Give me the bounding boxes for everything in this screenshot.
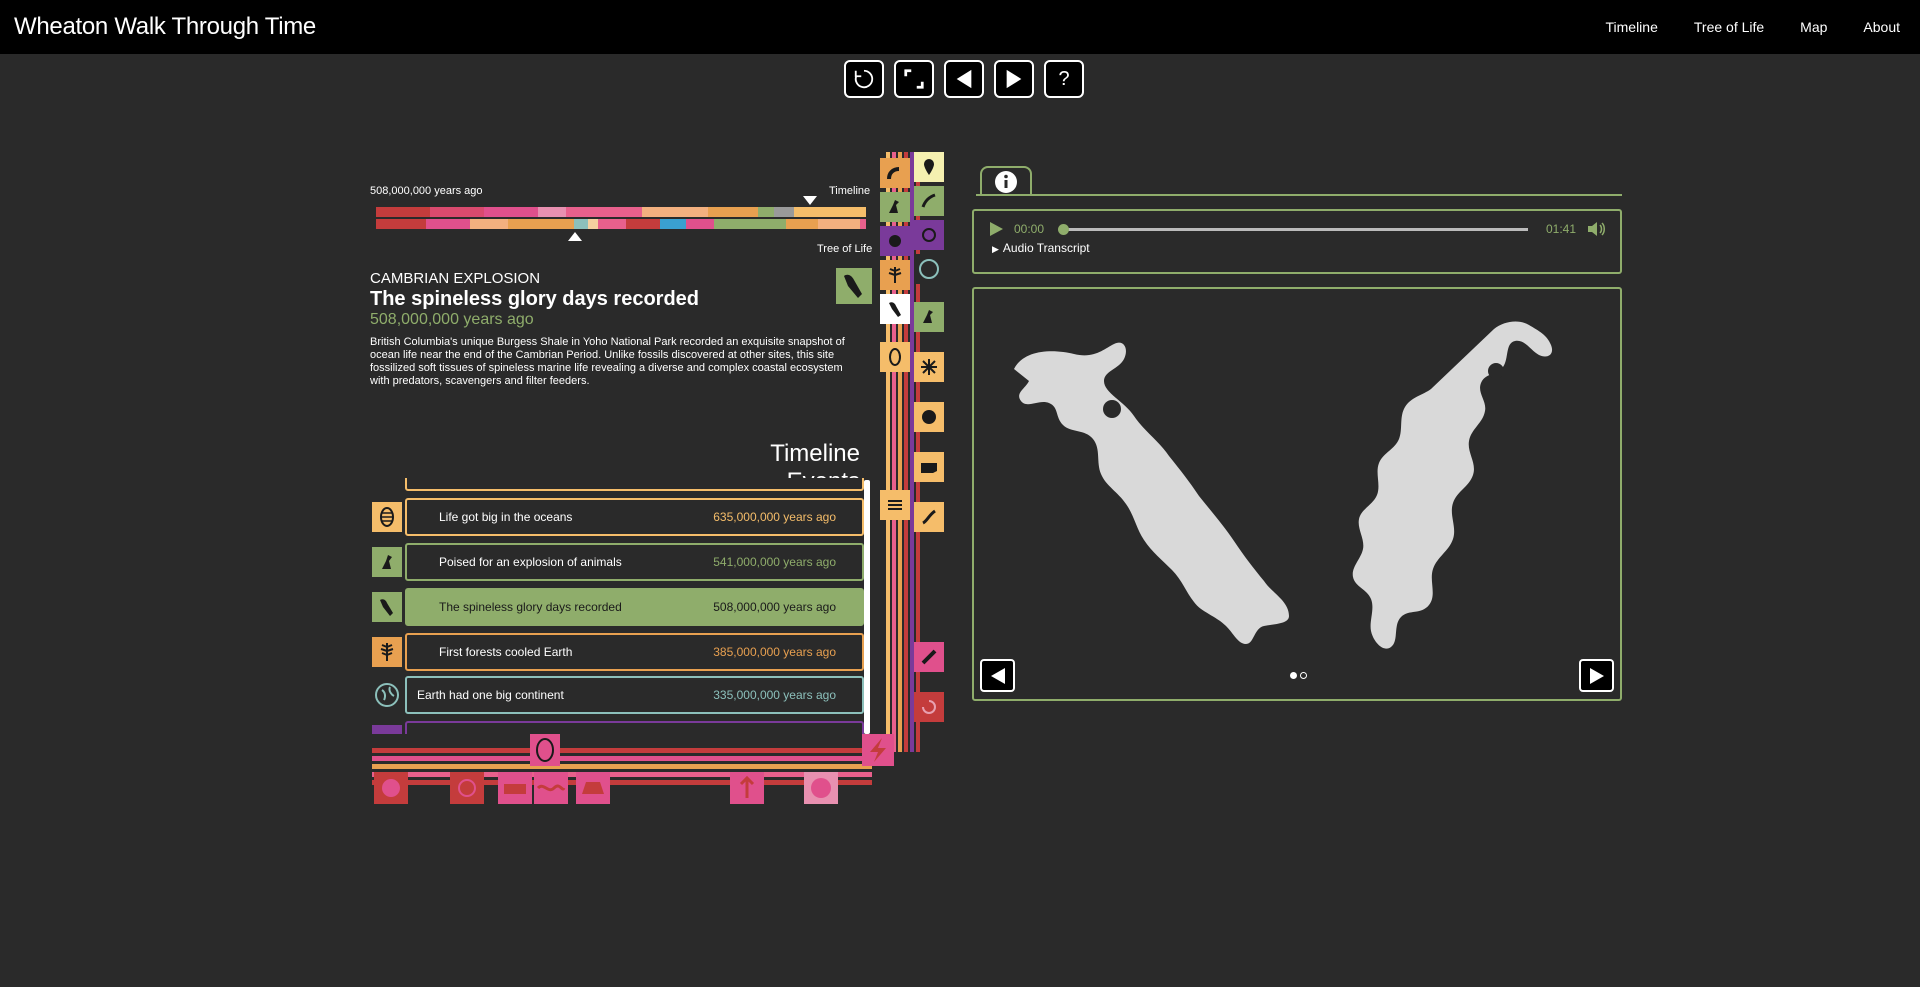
bottom-tile[interactable]: [804, 772, 838, 804]
bottom-tile[interactable]: [576, 772, 610, 804]
side-tile[interactable]: [914, 254, 944, 284]
audio-duration: 01:41: [1545, 222, 1576, 236]
side-tile[interactable]: [880, 158, 910, 188]
side-tile[interactable]: [914, 352, 944, 382]
stromatolite-icon: [888, 500, 902, 510]
side-tile[interactable]: [880, 226, 910, 256]
audio-progress-track[interactable]: [1058, 223, 1528, 235]
wave-icon: [536, 784, 566, 792]
lightning-icon: [870, 738, 886, 762]
globe-icon: [919, 259, 939, 279]
nav-link-about[interactable]: About: [1863, 19, 1900, 35]
audio-current-time: 00:00: [1014, 222, 1045, 236]
rock-icon: [582, 782, 604, 794]
footprint-icon: [887, 167, 900, 180]
fingerprint-icon: [536, 738, 554, 762]
prev-icon: [956, 69, 972, 89]
audio-transcript-toggle[interactable]: ▶ Audio Transcript: [974, 241, 1620, 255]
help-icon: ?: [1058, 67, 1070, 90]
bottom-tile[interactable]: [374, 772, 408, 804]
side-tile[interactable]: [914, 302, 944, 332]
fossil-icon: [922, 228, 936, 242]
bottom-tile[interactable]: [862, 734, 894, 766]
bottom-tile[interactable]: [530, 734, 560, 766]
ammonite-icon: [922, 700, 936, 714]
bird-icon: [923, 310, 933, 323]
restart-icon: [854, 69, 874, 89]
audio-player: 00:00 01:41 ▶ Audio Transcript: [972, 209, 1622, 274]
prev-icon: [990, 667, 1005, 684]
fullscreen-button[interactable]: [894, 60, 934, 98]
side-tile[interactable]: [914, 642, 944, 672]
tab-divider: [976, 194, 1622, 196]
image-gallery: [972, 287, 1622, 701]
trilobite-icon: [889, 348, 901, 366]
gallery-next-button[interactable]: [1579, 659, 1614, 692]
bird-icon: [889, 200, 899, 213]
pagination-dot[interactable]: [1300, 672, 1307, 679]
next-button[interactable]: [994, 60, 1034, 98]
restart-button[interactable]: [844, 60, 884, 98]
timeline-path-bands: [372, 152, 920, 785]
audio-progress-handle[interactable]: [1058, 223, 1070, 235]
side-tile[interactable]: [880, 260, 910, 290]
next-icon: [1006, 69, 1022, 89]
timeline-icon-column: [880, 158, 912, 524]
audio-transcript-label: Audio Transcript: [1002, 241, 1090, 255]
map-pin-icon: [924, 159, 934, 175]
gallery-pagination: [1290, 672, 1307, 679]
snowflake-icon: [921, 359, 937, 375]
site-title[interactable]: Wheaton Walk Through Time: [14, 13, 316, 41]
asteroid-icon: [922, 410, 936, 424]
main-nav: Timeline Tree of Life Map About: [1605, 19, 1900, 35]
canada-icon: [504, 784, 526, 794]
play-icon[interactable]: [988, 221, 1004, 237]
map-usa-icon: [921, 463, 937, 473]
fullscreen-icon: [904, 69, 924, 89]
nav-link-timeline[interactable]: Timeline: [1605, 19, 1657, 35]
side-tile[interactable]: [914, 502, 944, 532]
anomalocaris-fossil-image: [1014, 321, 1553, 649]
cell-icon: [382, 779, 400, 797]
planet-icon: [811, 778, 831, 798]
next-icon: [1589, 667, 1604, 684]
bottom-tile[interactable]: [450, 772, 484, 804]
disclosure-triangle-icon: ▶: [992, 244, 999, 254]
bottom-tile[interactable]: [730, 772, 764, 804]
side-tile[interactable]: [880, 192, 910, 222]
playback-controls: ?: [844, 60, 1084, 98]
plant-icon: [922, 509, 936, 525]
bone-icon: [921, 649, 937, 665]
side-tile[interactable]: [914, 692, 944, 722]
bottom-tile[interactable]: [534, 772, 568, 804]
side-tile[interactable]: [880, 490, 910, 520]
cell-icon: [458, 779, 476, 797]
dinosaur-icon: [921, 193, 936, 208]
prev-button[interactable]: [944, 60, 984, 98]
volume-icon[interactable]: [1586, 220, 1606, 238]
arrow-up-icon: [739, 775, 755, 798]
side-tile[interactable]: [914, 402, 944, 432]
bottom-tile[interactable]: [498, 772, 532, 804]
info-icon: [995, 171, 1017, 193]
info-tab[interactable]: [980, 166, 1032, 196]
anomalocaris-icon: [889, 302, 901, 317]
top-nav-bar: Wheaton Walk Through Time Timeline Tree …: [0, 0, 1920, 54]
mammal-icon: [889, 235, 901, 247]
side-tile[interactable]: [914, 186, 944, 216]
nav-link-tree-of-life[interactable]: Tree of Life: [1694, 19, 1764, 35]
help-button[interactable]: ?: [1044, 60, 1084, 98]
tree-icon-column: [914, 152, 946, 726]
side-tile[interactable]: [880, 294, 910, 324]
fern-icon: [888, 267, 902, 283]
side-tile[interactable]: [914, 220, 944, 250]
side-tile[interactable]: [914, 452, 944, 482]
nav-link-map[interactable]: Map: [1800, 19, 1827, 35]
gallery-prev-button[interactable]: [980, 659, 1015, 692]
side-tile[interactable]: [914, 152, 944, 182]
pagination-dot-active[interactable]: [1290, 672, 1297, 679]
side-tile[interactable]: [880, 342, 910, 372]
